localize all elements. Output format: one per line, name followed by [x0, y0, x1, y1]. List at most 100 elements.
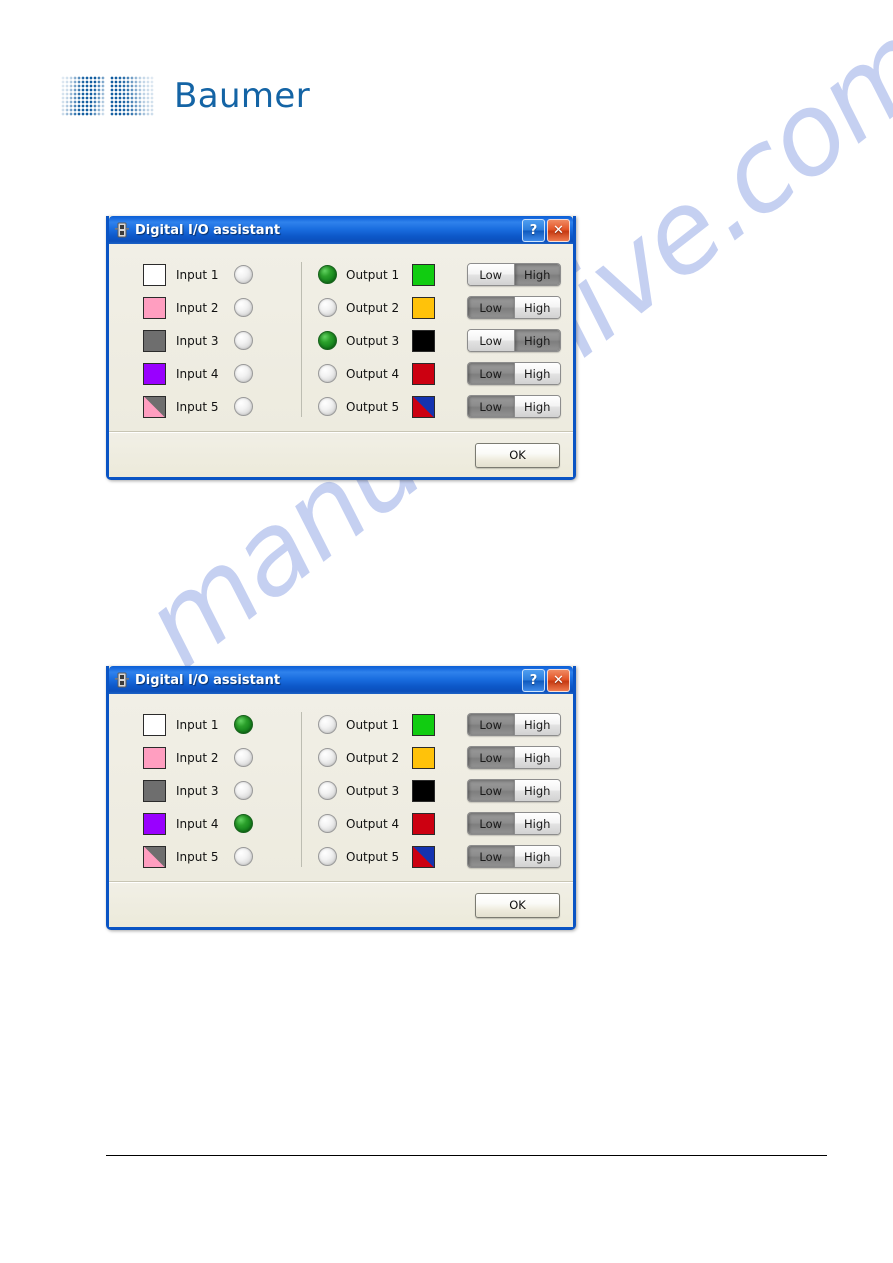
help-button[interactable]: ? [522, 218, 545, 242]
output-5-color-swatch[interactable] [412, 395, 435, 418]
outputs-column: Output 1 Low High Output 2 Low High Output 3 Lo… [318, 258, 561, 423]
input-row: Input 3 [143, 324, 295, 357]
input-4-label: Input 4 [176, 816, 219, 831]
input-5-color-swatch[interactable] [143, 845, 166, 868]
output-5-high-button[interactable]: High [514, 846, 560, 867]
output-row: Output 4 Low High [318, 357, 561, 390]
output-3-high-button[interactable]: High [514, 780, 560, 801]
dialog-titlebar[interactable]: Digital I/O assistant? ✕ [109, 666, 573, 694]
input-row: Input 2 [143, 741, 295, 774]
app-icon [114, 672, 130, 688]
dialog-titlebar[interactable]: Digital I/O assistant? ✕ [109, 216, 573, 244]
output-2-high-button[interactable]: High [514, 297, 560, 318]
help-button[interactable]: ? [522, 668, 545, 692]
output-5-low-button[interactable]: Low [468, 846, 515, 867]
output-3-high-button[interactable]: High [514, 330, 560, 351]
input-3-led-indicator [234, 781, 253, 800]
output-1-level-toggle[interactable]: Low High [467, 263, 561, 286]
input-5-led-indicator [234, 847, 253, 866]
output-row: Output 4 Low High [318, 807, 561, 840]
input-4-color-swatch[interactable] [143, 362, 166, 385]
output-4-low-button[interactable]: Low [468, 363, 515, 384]
baumer-logo-icon [61, 76, 154, 116]
output-4-low-button[interactable]: Low [468, 813, 515, 834]
page-footer-rule [106, 1155, 827, 1156]
output-3-color-swatch[interactable] [412, 779, 435, 802]
output-3-low-button[interactable]: Low [468, 780, 515, 801]
input-4-label: Input 4 [176, 366, 219, 381]
io-grid: Input 1 Input 2 Input 3 Input 4 Input 5 Outpu… [121, 708, 561, 881]
close-button[interactable]: ✕ [547, 668, 570, 692]
titlebar-buttons: ? ✕ [522, 218, 570, 242]
output-2-led-indicator [318, 748, 337, 767]
logo-halftone-block-right [110, 76, 154, 116]
output-4-high-button[interactable]: High [514, 813, 560, 834]
output-5-low-button[interactable]: Low [468, 396, 515, 417]
input-4-led-indicator [234, 364, 253, 383]
output-row: Output 1 Low High [318, 258, 561, 291]
output-3-led-indicator [318, 781, 337, 800]
output-1-high-button[interactable]: High [514, 714, 560, 735]
input-3-label: Input 3 [176, 783, 219, 798]
output-1-high-button[interactable]: High [514, 264, 560, 285]
outputs-column: Output 1 Low High Output 2 Low High Output 3 Lo… [318, 708, 561, 873]
output-2-level-toggle[interactable]: Low High [467, 746, 561, 769]
output-3-level-toggle[interactable]: Low High [467, 779, 561, 802]
output-4-level-toggle[interactable]: Low High [467, 362, 561, 385]
output-4-color-swatch[interactable] [412, 812, 435, 835]
ok-button[interactable]: OK [475, 442, 560, 468]
input-3-color-swatch[interactable] [143, 779, 166, 802]
input-5-color-swatch[interactable] [143, 395, 166, 418]
dialog-footer: OK [109, 433, 573, 477]
output-1-color-swatch[interactable] [412, 263, 435, 286]
close-button[interactable]: ✕ [547, 218, 570, 242]
output-5-high-button[interactable]: High [514, 396, 560, 417]
ok-button[interactable]: OK [475, 892, 560, 918]
output-4-label: Output 4 [346, 366, 400, 381]
output-5-level-toggle[interactable]: Low High [467, 395, 561, 418]
output-2-color-swatch[interactable] [412, 296, 435, 319]
input-4-led-indicator [234, 814, 253, 833]
input-1-led-indicator [234, 265, 253, 284]
input-2-label: Input 2 [176, 300, 219, 315]
input-2-color-swatch[interactable] [143, 296, 166, 319]
output-2-label: Output 2 [346, 750, 400, 765]
input-3-color-swatch[interactable] [143, 329, 166, 352]
output-3-label: Output 3 [346, 783, 400, 798]
input-1-color-swatch[interactable] [143, 263, 166, 286]
input-1-color-swatch[interactable] [143, 713, 166, 736]
output-4-level-toggle[interactable]: Low High [467, 812, 561, 835]
output-3-level-toggle[interactable]: Low High [467, 329, 561, 352]
output-3-label: Output 3 [346, 333, 400, 348]
output-1-low-button[interactable]: Low [468, 264, 515, 285]
output-1-color-swatch[interactable] [412, 713, 435, 736]
output-1-low-button[interactable]: Low [468, 714, 515, 735]
output-2-led-indicator [318, 298, 337, 317]
output-3-led-indicator [318, 331, 337, 350]
output-row: Output 3 Low High [318, 324, 561, 357]
output-row: Output 1 Low High [318, 708, 561, 741]
output-4-color-swatch[interactable] [412, 362, 435, 385]
output-2-level-toggle[interactable]: Low High [467, 296, 561, 319]
output-row: Output 2 Low High [318, 291, 561, 324]
output-4-label: Output 4 [346, 816, 400, 831]
column-divider [301, 262, 302, 417]
input-1-label: Input 1 [176, 717, 219, 732]
output-row: Output 5 Low High [318, 840, 561, 873]
output-3-color-swatch[interactable] [412, 329, 435, 352]
output-3-low-button[interactable]: Low [468, 330, 515, 351]
output-2-high-button[interactable]: High [514, 747, 560, 768]
output-5-color-swatch[interactable] [412, 845, 435, 868]
output-4-led-indicator [318, 364, 337, 383]
output-2-low-button[interactable]: Low [468, 297, 515, 318]
input-4-color-swatch[interactable] [143, 812, 166, 835]
input-5-label: Input 5 [176, 399, 219, 414]
output-1-level-toggle[interactable]: Low High [467, 713, 561, 736]
output-2-low-button[interactable]: Low [468, 747, 515, 768]
input-2-color-swatch[interactable] [143, 746, 166, 769]
input-row: Input 1 [143, 708, 295, 741]
output-2-color-swatch[interactable] [412, 746, 435, 769]
output-5-level-toggle[interactable]: Low High [467, 845, 561, 868]
output-4-high-button[interactable]: High [514, 363, 560, 384]
output-row: Output 2 Low High [318, 741, 561, 774]
